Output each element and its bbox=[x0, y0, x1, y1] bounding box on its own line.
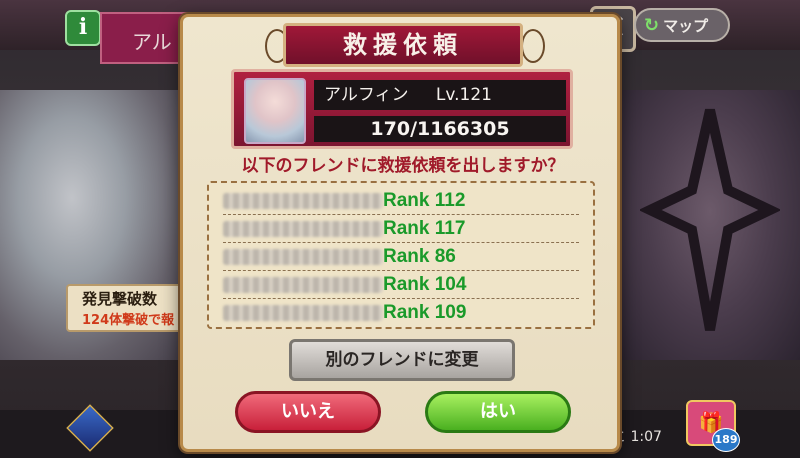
friend-name-blurred bbox=[223, 220, 383, 237]
character-level: Lv.121 bbox=[435, 85, 492, 105]
friend-row[interactable]: Rank 112 bbox=[223, 187, 579, 215]
defeat-count-panel: 発見撃破数 124体撃破で報 bbox=[66, 284, 184, 332]
friend-row[interactable]: Rank 117 bbox=[223, 215, 579, 243]
info-icon: i bbox=[78, 14, 88, 40]
friend-rank: Rank 109 bbox=[383, 301, 467, 323]
character-hp: 170/1166305 bbox=[314, 116, 566, 142]
friend-list: Rank 112 Rank 117 Rank 86 Rank 104 Rank … bbox=[207, 181, 595, 329]
character-name: アルフィン bbox=[324, 85, 409, 105]
character-name-tab[interactable]: アル bbox=[100, 12, 190, 64]
friend-rank: Rank 104 bbox=[383, 273, 467, 295]
name-tab-label: アル bbox=[132, 30, 172, 54]
map-label: マップ bbox=[663, 16, 709, 35]
friend-row[interactable]: Rank 104 bbox=[223, 271, 579, 299]
confirm-question: 以下のフレンドに救援依頼を出しますか？ bbox=[241, 156, 565, 176]
defeat-count-subtitle: 124体撃破で報 bbox=[82, 313, 175, 328]
friend-rank: Rank 112 bbox=[383, 189, 466, 211]
gift-count-badge: 189 bbox=[712, 428, 740, 452]
dialog-title: 救援依頼 bbox=[283, 23, 523, 67]
friend-rank: Rank 86 bbox=[383, 245, 456, 267]
map-refresh-icon: ↻ bbox=[644, 14, 660, 36]
friend-name-blurred bbox=[223, 248, 383, 265]
map-button[interactable]: ↻ マップ bbox=[634, 8, 730, 42]
star-emblem bbox=[640, 108, 780, 331]
change-friend-button[interactable]: 別のフレンドに変更 bbox=[289, 339, 515, 381]
yes-button[interactable]: はい bbox=[425, 391, 571, 433]
friend-name-blurred bbox=[223, 276, 383, 293]
character-avatar bbox=[244, 78, 306, 144]
defeat-count-title: 発見撃破数 bbox=[82, 290, 158, 308]
friend-row[interactable]: Rank 109 bbox=[223, 299, 579, 326]
rescue-request-dialog: 救援依頼 アルフィン Lv.121 170/1166305 以下のフレンドに救援… bbox=[180, 14, 620, 452]
friend-rank: Rank 117 bbox=[383, 217, 466, 239]
friend-name-blurred bbox=[223, 192, 383, 209]
character-profile: アルフィン Lv.121 170/1166305 bbox=[231, 69, 573, 149]
character-name-box: アルフィン Lv.121 bbox=[314, 80, 566, 110]
title-ornament-right bbox=[521, 29, 545, 63]
friend-row[interactable]: Rank 86 bbox=[223, 243, 579, 271]
friend-name-blurred bbox=[223, 304, 383, 321]
info-button[interactable]: i bbox=[65, 10, 101, 46]
no-button[interactable]: いいえ bbox=[235, 391, 381, 433]
